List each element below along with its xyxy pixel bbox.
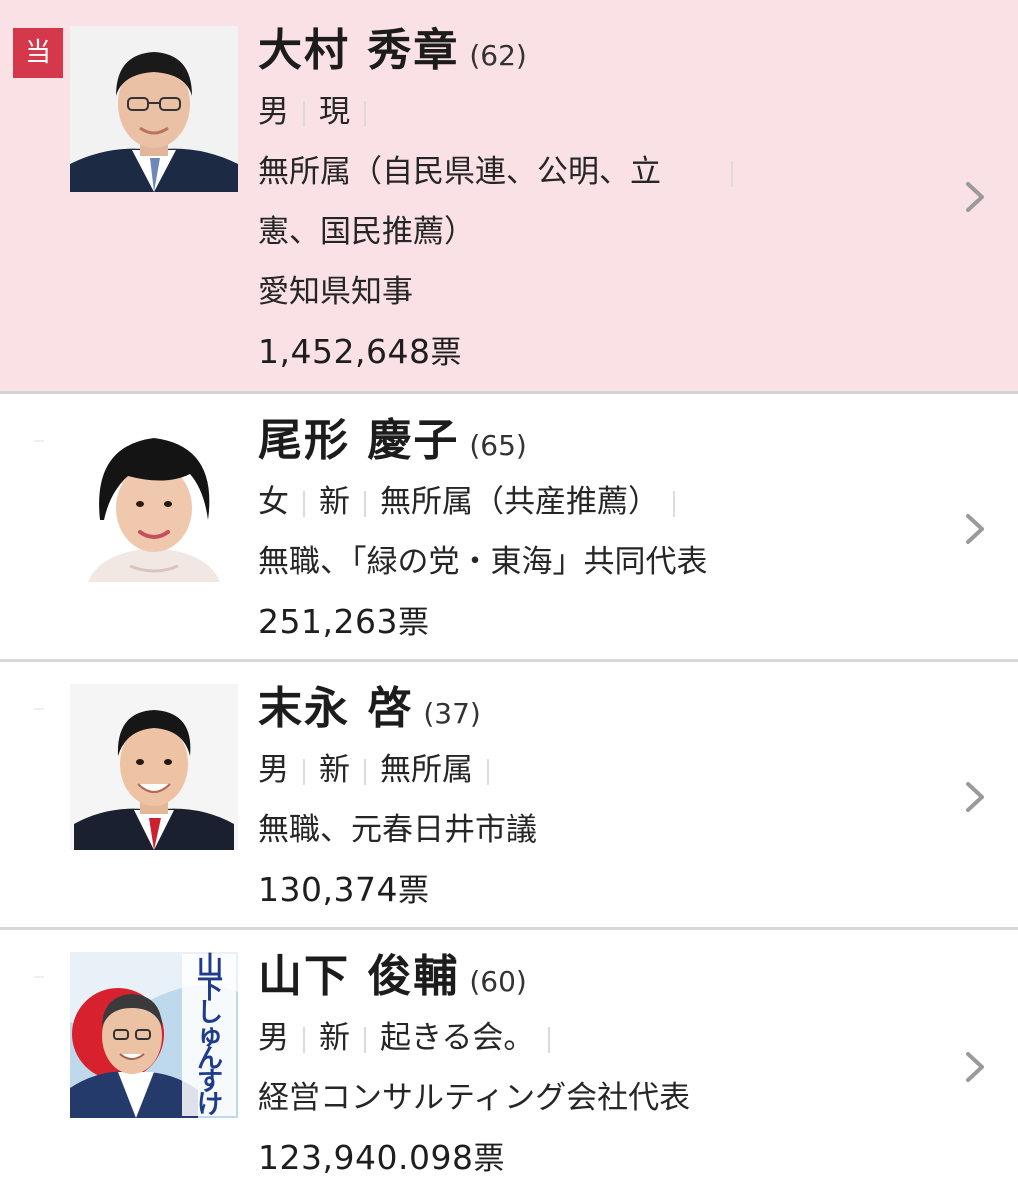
candidate-results-list: 当 大村 秀章 (62) 男現 無所属（自民県連、公明、立 憲、国民推薦） 愛知… [0,0,1018,1200]
divider [303,100,305,127]
candidate-name: 尾形 慶子 [258,415,460,466]
candidate-row[interactable]: 末永 啓 (37) 男新無所属 無職、元春日井市議 130,374票 [0,662,1018,930]
candidate-votes: 123,940.098票 [258,1128,938,1188]
chevron-right-icon[interactable] [962,180,988,214]
candidate-photo [70,416,238,582]
divider [731,160,733,187]
winner-badge: 当 [13,28,63,78]
candidate-attributes: 男新無所属 [258,740,938,800]
divider [303,758,305,785]
poster-text: 山下しゅんすけ [196,952,223,1118]
vote-count: 130,374 [258,870,398,909]
divider [548,1026,551,1053]
chevron-right-icon[interactable] [962,780,988,814]
candidate-votes: 1,452,648票 [258,322,938,382]
candidate-info: 末永 啓 (37) 男新無所属 無職、元春日井市議 130,374票 [258,678,938,920]
candidate-portrait-woman-icon [70,416,238,582]
rank-marker [34,976,44,978]
candidate-party-line1: 無所属（自民県連、公明、立 [258,154,661,190]
candidate-status: 新 [319,752,350,788]
candidate-party: 起きる会。 [380,1020,535,1056]
divider [303,1026,305,1053]
candidate-photo: 山下しゅんすけ [70,952,238,1118]
candidate-photo [70,684,238,850]
candidate-party: 無所属 [380,752,473,788]
divider [303,490,305,517]
candidate-row[interactable]: 尾形 慶子 (65) 女新無所属（共産推薦） 無職、「緑の党・東海」共同代表 25… [0,394,1018,662]
candidate-occupation: 愛知県知事 [258,274,413,310]
candidate-gender: 男 [258,94,289,130]
candidate-party: 無所属（共産推薦） [380,484,659,520]
candidate-votes: 251,263票 [258,592,938,652]
vote-count: 251,263 [258,602,398,641]
candidate-occupation: 無職、元春日井市議 [258,812,537,848]
divider [673,490,675,517]
candidate-gender: 男 [258,1020,289,1056]
candidate-attributes: 女新無所属（共産推薦） [258,472,938,532]
candidate-name: 末永 啓 [258,683,414,734]
candidate-age: (62) [469,39,527,72]
chevron-right-icon[interactable] [962,1050,988,1084]
vote-unit: 票 [430,335,462,371]
vote-count: 123,940.098 [258,1138,474,1177]
divider [364,100,366,127]
candidate-info: 尾形 慶子 (65) 女新無所属（共産推薦） 無職、「緑の党・東海」共同代表 25… [258,410,938,652]
candidate-age: (60) [469,965,527,998]
candidate-gender: 女 [258,484,289,520]
candidate-name: 大村 秀章 [258,25,460,76]
candidate-name: 山下 俊輔 [258,951,460,1002]
rank-marker [34,708,44,710]
divider [364,490,366,517]
candidate-row-winner[interactable]: 当 大村 秀章 (62) 男現 無所属（自民県連、公明、立 憲、国民推薦） 愛知… [0,0,1018,394]
vote-unit: 票 [397,605,429,641]
candidate-party: 無所属（自民県連、公明、立 [258,142,938,202]
candidate-attributes: 男新起きる会。 [258,1008,938,1068]
candidate-attributes: 男現 [258,82,938,142]
candidate-info: 大村 秀章 (62) 男現 無所属（自民県連、公明、立 憲、国民推薦） 愛知県知事… [258,20,938,382]
candidate-occupation: 経営コンサルティング会社代表 [258,1080,691,1116]
candidate-portrait-man-suit-icon [70,26,238,192]
candidate-occupation: 無職、「緑の党・東海」共同代表 [258,544,708,580]
candidate-party-line2: 憲、国民推薦） [258,214,475,250]
candidate-photo [70,26,238,192]
divider [487,758,489,785]
candidate-votes: 130,374票 [258,860,938,920]
candidate-age: (37) [423,697,481,730]
vote-unit: 票 [473,1141,505,1177]
vote-count: 1,452,648 [258,332,431,371]
candidate-status: 新 [319,484,350,520]
rank-marker [34,440,44,442]
candidate-info: 山下 俊輔 (60) 男新起きる会。 経営コンサルティング会社代表 123,940… [258,946,938,1188]
chevron-right-icon[interactable] [962,512,988,546]
divider [364,1026,366,1053]
candidate-row[interactable]: 山下しゅんすけ 山下 俊輔 (60) 男新起きる会。 経営コンサルティング会社代表… [0,930,1018,1200]
divider [364,758,366,785]
candidate-portrait-man-red-tie-icon [70,684,238,850]
candidate-status: 新 [319,1020,350,1056]
vote-unit: 票 [397,873,429,909]
candidate-gender: 男 [258,752,289,788]
candidate-age: (65) [469,429,527,462]
candidate-status: 現 [319,94,350,130]
